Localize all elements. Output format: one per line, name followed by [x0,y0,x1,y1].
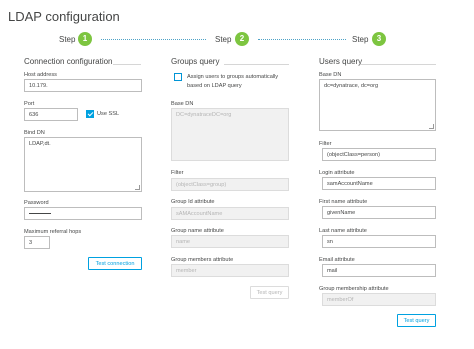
step-connector [101,39,206,40]
step-connector [258,39,346,40]
group-id-input: sAMAccountName [171,207,289,220]
last-name-input[interactable]: sn [322,235,436,248]
user-filter-label: Filter [319,141,332,147]
use-ssl-label: Use SSL [97,111,120,117]
use-ssl-checkbox[interactable] [86,110,94,118]
group-members-input: member [171,264,289,277]
group-base-dn-textarea: DC=dynatraceDC=org [171,108,289,161]
step-2-label: Step [215,35,232,44]
group-base-dn-label: Base DN [171,101,194,107]
login-attribute-input[interactable]: samAccountName [322,177,436,190]
email-label: Email attribute [319,257,355,263]
first-name-label: First name attribute [319,199,368,205]
assign-groups-label-cont: based on LDAP query [187,83,242,89]
step-3-indicator[interactable]: 3 [372,32,386,46]
step-1-indicator[interactable]: 1 [78,32,92,46]
users-section-title: Users query [319,57,363,66]
user-base-dn-label: Base DN [319,72,342,78]
password-label: Password [24,200,49,206]
user-filter-input[interactable]: (objectClass=person) [322,148,436,161]
page-title: LDAP configuration [8,9,120,24]
group-membership-input: memberOf [322,293,436,306]
group-id-label: Group Id attribute [171,199,215,205]
group-name-input: name [171,235,289,248]
resize-handle[interactable] [135,185,140,190]
port-label: Port [24,101,35,107]
group-filter-input: (objectClass=group) [171,178,289,191]
bind-dn-textarea[interactable]: LDAP,dt. [24,137,142,192]
login-attribute-label: Login attribute [319,170,355,176]
port-input[interactable]: 636 [24,108,78,121]
step-1-label: Step [59,35,76,44]
section-divider [113,64,141,65]
group-name-label: Group name attribute [171,228,224,234]
section-divider [360,64,436,65]
email-input[interactable]: mail [322,264,436,277]
assign-groups-checkbox[interactable] [174,73,182,81]
step-3-label: Step [352,35,369,44]
step-2-indicator[interactable]: 2 [235,32,249,46]
group-filter-label: Filter [171,170,184,176]
max-referral-hops-input[interactable]: 3 [24,236,50,249]
groups-test-query-button[interactable]: Test query [250,286,289,299]
first-name-input[interactable]: givenName [322,206,436,219]
resize-handle[interactable] [429,124,434,129]
users-test-query-button[interactable]: Test query [397,314,436,327]
test-connection-button[interactable]: Test connection [88,257,142,270]
host-address-label: Host address [24,72,57,78]
section-divider [224,64,289,65]
last-name-label: Last name attribute [319,228,367,234]
group-members-label: Group members attribute [171,257,234,263]
groups-section-title: Groups query [171,57,220,66]
max-referral-hops-label: Maximum referral hops [24,229,82,235]
user-base-dn-textarea[interactable]: dc=dynatrace, dc=org [319,79,436,131]
host-address-input[interactable]: 10.179. [24,79,142,92]
connection-section-title: Connection configuration [24,57,113,66]
group-membership-label: Group membership attribute [319,286,389,292]
password-mask [29,213,51,214]
assign-groups-label: Assign users to groups automatically [187,74,279,80]
bind-dn-label: Bind DN [24,130,45,136]
password-input[interactable] [24,207,142,220]
